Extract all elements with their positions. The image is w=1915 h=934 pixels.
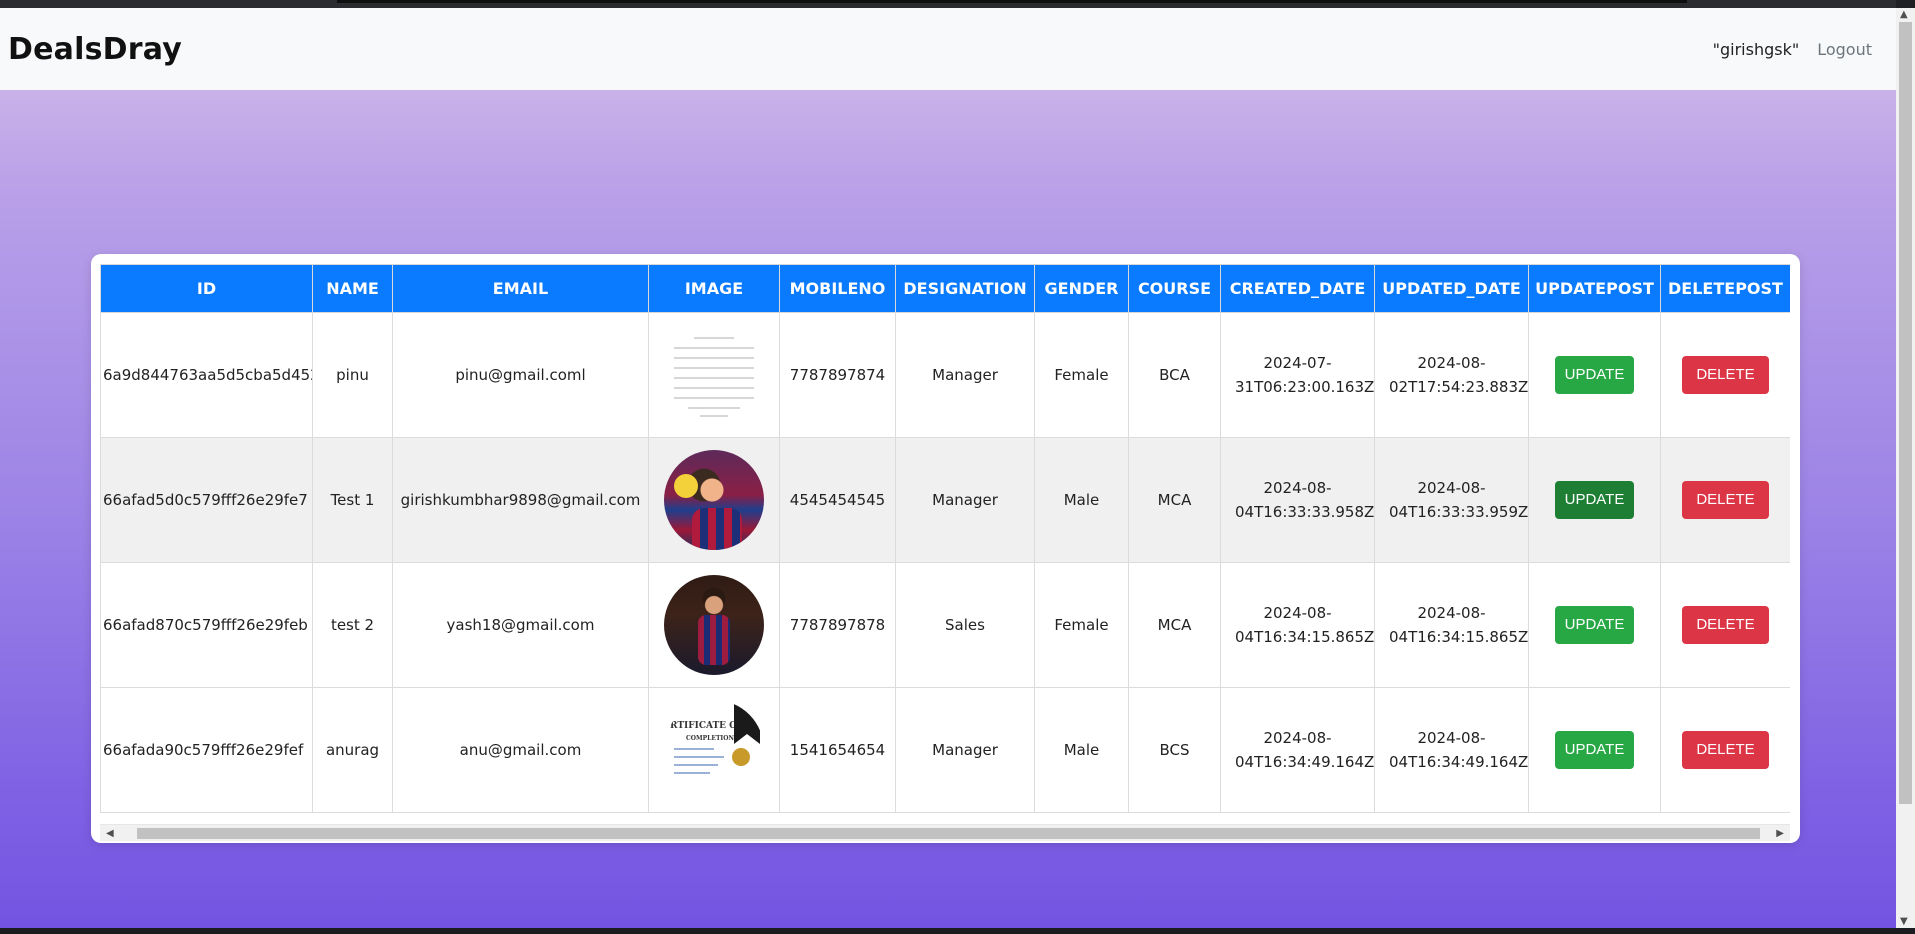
scroll-down-arrow-icon[interactable]: ▼ [1900,916,1908,927]
email-cell: yash18@gmail.com [392,562,649,688]
name-cell: pinu [312,312,393,438]
table-scroll-area[interactable]: ID NAME EMAIL IMAGE MOBILENO DESIGNATION… [100,264,1790,824]
email-cell: pinu@gmail.coml [392,312,649,438]
mobile-cell: 7787897874 [779,312,896,438]
update-cell: UPDATE [1528,437,1661,563]
image-cell: RTIFICATE OF COMPLETION [648,687,780,813]
vertical-scrollbar[interactable]: ▲ ▼ [1896,8,1915,928]
header-email: EMAIL [392,264,649,313]
course-cell: MCA [1128,562,1221,688]
delete-cell: DELETE [1660,312,1790,438]
name-cell: test 2 [312,562,393,688]
course-cell: BCA [1128,312,1221,438]
header-course: COURSE [1128,264,1221,313]
designation-cell: Manager [895,687,1035,813]
delete-button[interactable]: DELETE [1682,731,1769,769]
created-date-cell: 2024-08-04T16:34:15.865Z [1220,562,1375,688]
employee-table-card: ID NAME EMAIL IMAGE MOBILENO DESIGNATION… [91,254,1800,843]
medal-icon [732,748,750,766]
mobile-cell: 1541654654 [779,687,896,813]
delete-cell: DELETE [1660,437,1790,563]
logout-link[interactable]: Logout [1817,40,1872,59]
mobile-cell: 4545454545 [779,437,896,563]
gender-cell: Female [1034,562,1129,688]
updated-date-cell: 2024-08-04T16:34:15.865Z [1374,562,1529,688]
header-updated-date: UPDATED_DATE [1374,264,1529,313]
player-photo-image [664,450,764,550]
image-cell [648,562,780,688]
table-row: 66afada90c579fff26e29fef anurag anu@gmai… [100,687,1790,813]
update-cell: UPDATE [1528,312,1661,438]
gender-cell: Female [1034,312,1129,438]
update-cell: UPDATE [1528,562,1661,688]
updated-date-cell: 2024-08-02T17:54:23.883Z [1374,312,1529,438]
id-cell: 6a9d844763aa5d5cba5d452 [100,312,313,438]
updated-date-cell: 2024-08-04T16:33:33.959Z [1374,437,1529,563]
mobile-cell: 7787897878 [779,562,896,688]
update-button[interactable]: UPDATE [1554,481,1635,519]
page: DealsDray "girishgsk" Logout ID NAME EMA… [0,8,1896,928]
header-updatepost: UPDATEPOST [1528,264,1661,313]
update-button[interactable]: UPDATE [1554,731,1635,769]
horizontal-scrollbar[interactable]: ◀ ▶ [100,824,1790,841]
designation-cell: Manager [895,437,1035,563]
username-label: "girishgsk" [1712,39,1800,59]
table-row: 6a9d844763aa5d5cba5d452 pinu pinu@gmail.… [100,312,1790,438]
id-cell: 66afad870c579fff26e29feb [100,562,313,688]
header-deletepost: DELETEPOST [1660,264,1790,313]
document-thumbnail-image [664,325,764,425]
table-header-row: ID NAME EMAIL IMAGE MOBILENO DESIGNATION… [100,264,1790,313]
scroll-right-arrow-icon[interactable]: ▶ [1776,826,1784,841]
delete-cell: DELETE [1660,687,1790,813]
gender-cell: Male [1034,687,1129,813]
designation-cell: Manager [895,312,1035,438]
nav-right: "girishgsk" Logout [1713,40,1888,59]
header-gender: GENDER [1034,264,1129,313]
created-date-cell: 2024-08-04T16:33:33.958Z [1220,437,1375,563]
name-cell: anurag [312,687,393,813]
player-photo-image [664,575,764,675]
brand-logo[interactable]: DealsDray [8,32,182,67]
certificate-thumbnail-image: RTIFICATE OF COMPLETION [664,700,764,800]
course-cell: BCS [1128,687,1221,813]
employee-table: ID NAME EMAIL IMAGE MOBILENO DESIGNATION… [100,264,1790,813]
image-cell [648,437,780,563]
table-row: 66afad5d0c579fff26e29fe7 Test 1 girishku… [100,437,1790,563]
email-cell: anu@gmail.com [392,687,649,813]
navbar: DealsDray "girishgsk" Logout [0,8,1896,90]
header-designation: DESIGNATION [895,264,1035,313]
course-cell: MCA [1128,437,1221,563]
header-mobileno: MOBILENO [779,264,896,313]
name-cell: Test 1 [312,437,393,563]
delete-cell: DELETE [1660,562,1790,688]
created-date-cell: 2024-07-31T06:23:00.163Z [1220,312,1375,438]
delete-button[interactable]: DELETE [1682,606,1769,644]
delete-button[interactable]: DELETE [1682,481,1769,519]
id-cell: 66afad5d0c579fff26e29fe7 [100,437,313,563]
browser-bottom-strip [0,928,1915,934]
scroll-left-arrow-icon[interactable]: ◀ [106,826,114,841]
vertical-scroll-thumb[interactable] [1899,22,1912,804]
update-cell: UPDATE [1528,687,1661,813]
header-id: ID [100,264,313,313]
gender-cell: Male [1034,437,1129,563]
update-button[interactable]: UPDATE [1554,606,1635,644]
header-created-date: CREATED_DATE [1220,264,1375,313]
header-name: NAME [312,264,393,313]
image-cell [648,312,780,438]
id-cell: 66afada90c579fff26e29fef [100,687,313,813]
update-button[interactable]: UPDATE [1554,356,1635,394]
created-date-cell: 2024-08-04T16:34:49.164Z [1220,687,1375,813]
horizontal-scroll-thumb[interactable] [137,828,1760,839]
table-row: 66afad870c579fff26e29feb test 2 yash18@g… [100,562,1790,688]
scroll-up-arrow-icon[interactable]: ▲ [1900,9,1908,20]
email-cell: girishkumbhar9898@gmail.com [392,437,649,563]
delete-button[interactable]: DELETE [1682,356,1769,394]
header-image: IMAGE [648,264,780,313]
browser-top-strip [0,0,1896,8]
designation-cell: Sales [895,562,1035,688]
updated-date-cell: 2024-08-04T16:34:49.164Z [1374,687,1529,813]
